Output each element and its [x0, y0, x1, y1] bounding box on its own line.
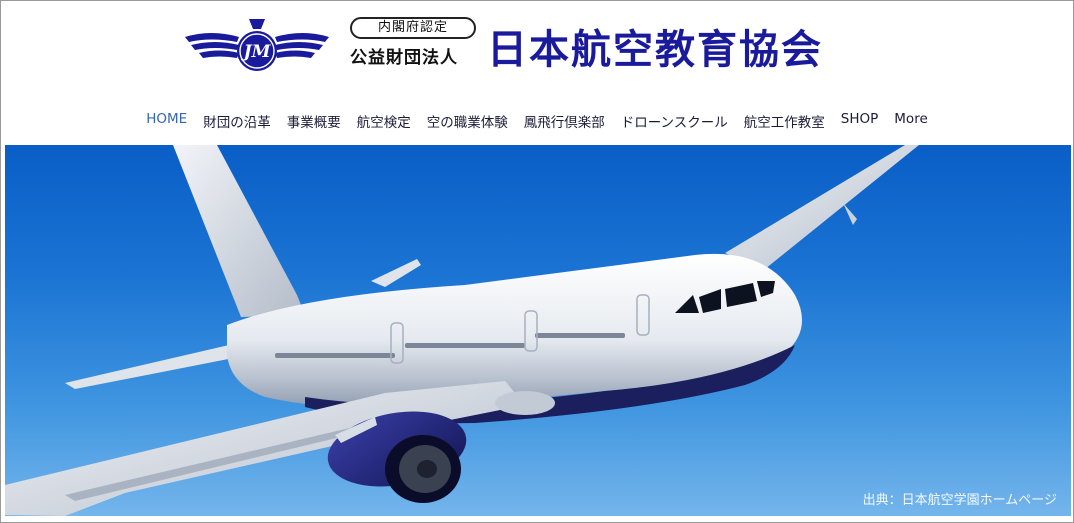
site-header: JM 内閣府認定 公益財団法人 日本航空教育協会	[1, 13, 1073, 73]
hero-image: 出典：日本航空学園ホームページ	[5, 145, 1071, 516]
cabinet-office-badge: 内閣府認定	[350, 17, 476, 39]
nav-history[interactable]: 財団の沿革	[195, 111, 279, 131]
image-credit: 出典：日本航空学園ホームページ	[862, 493, 1057, 508]
main-nav: HOME 財団の沿革 事業概要 航空検定 空の職業体験 鳳飛行倶楽部 ドローンス…	[1, 111, 1073, 131]
airplane-photo	[5, 145, 919, 516]
nav-home[interactable]: HOME	[138, 111, 195, 131]
nav-business-overview[interactable]: 事業概要	[279, 111, 349, 131]
site-title[interactable]: 日本航空教育協会	[487, 17, 823, 75]
nav-sky-job-experience[interactable]: 空の職業体験	[419, 111, 516, 131]
nav-drone-school[interactable]: ドローンスクール	[613, 111, 736, 131]
nav-aviation-exam[interactable]: 航空検定	[349, 111, 419, 131]
foundation-type-label: 公益財団法人	[350, 48, 458, 68]
nav-flying-club[interactable]: 鳳飛行倶楽部	[516, 111, 613, 131]
emblem-text: JM	[241, 42, 272, 62]
nav-craft-class[interactable]: 航空工作教室	[736, 111, 833, 131]
wings-emblem-icon[interactable]: JM	[181, 15, 333, 75]
page-frame: JM 内閣府認定 公益財団法人 日本航空教育協会 HOME 財団の沿革 事業概要…	[0, 0, 1074, 523]
nav-more[interactable]: More	[886, 111, 935, 131]
nav-shop[interactable]: SHOP	[833, 111, 887, 131]
